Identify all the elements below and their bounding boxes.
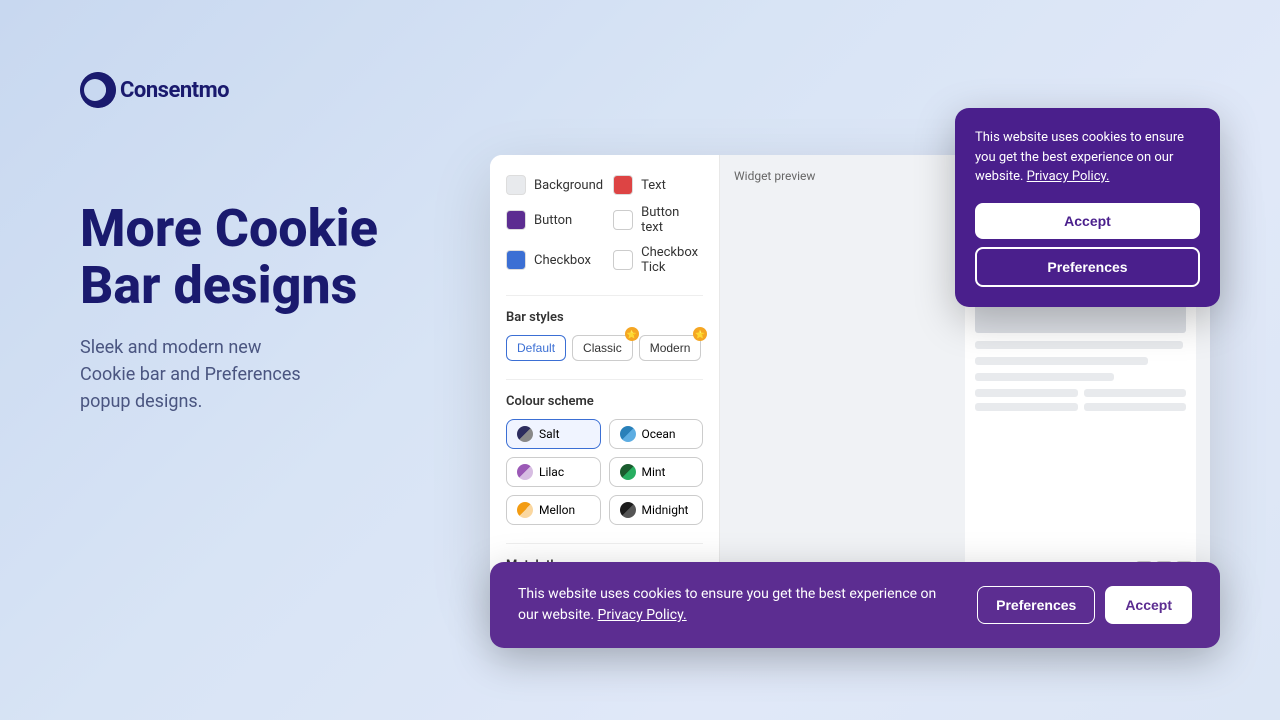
banner-bottom-text: This website uses cookies to ensure you … (518, 584, 947, 626)
swatch-label-background: Background (534, 178, 603, 193)
scheme-ocean[interactable]: Ocean (609, 419, 704, 449)
style-btn-classic[interactable]: Classic (572, 335, 633, 361)
style-btn-modern[interactable]: Modern (639, 335, 702, 361)
swatch-label-button: Button (534, 213, 572, 228)
content-line-3 (975, 373, 1114, 381)
banner-bottom-preferences-button[interactable]: Preferences (977, 586, 1095, 624)
swatch-box-text (613, 175, 633, 195)
colour-scheme-title: Colour scheme (506, 394, 703, 409)
main-heading: More Cookie Bar designs (80, 200, 460, 314)
swatch-button-text[interactable]: Button text (613, 205, 703, 235)
banner-bottom-buttons: Preferences Accept (977, 586, 1192, 624)
scheme-mint[interactable]: Mint (609, 457, 704, 487)
cookie-banner-top: This website uses cookies to ensure you … (955, 108, 1220, 307)
scheme-dot-ocean (620, 426, 636, 442)
swatch-box-checkbox-tick (613, 250, 633, 270)
settings-panel: Background Text Button Button text Check… (490, 155, 720, 595)
logo-text: Consentmo (120, 78, 229, 103)
content-col-line-3 (975, 403, 1078, 411)
bar-styles-title: Bar styles (506, 310, 703, 325)
swatch-background[interactable]: Background (506, 175, 603, 195)
bar-styles: Default Classic ⭐ Modern ⭐ (506, 335, 703, 361)
color-swatches: Background Text Button Button text Check… (506, 175, 703, 275)
banner-top-accept-button[interactable]: Accept (975, 203, 1200, 239)
swatch-box-background (506, 175, 526, 195)
scheme-label-salt: Salt (539, 427, 560, 441)
cookie-banner-bottom: This website uses cookies to ensure you … (490, 562, 1220, 648)
banner-bottom-accept-button[interactable]: Accept (1105, 586, 1192, 624)
logo-icon (80, 72, 116, 108)
swatch-text[interactable]: Text (613, 175, 703, 195)
style-btn-default[interactable]: Default (506, 335, 566, 361)
swatch-label-button-text: Button text (641, 205, 703, 235)
content-col-line-2 (1084, 389, 1187, 397)
swatch-label-text: Text (641, 178, 666, 193)
content-columns (975, 389, 1186, 411)
style-btn-modern-wrapper: Modern ⭐ (639, 335, 702, 361)
hero-content: More Cookie Bar designs Sleek and modern… (80, 200, 460, 415)
colour-scheme-grid: Salt Ocean Lilac Mint Mellon Midnight (506, 419, 703, 525)
banner-top-preferences-button[interactable]: Preferences (975, 247, 1200, 287)
swatch-box-button-text (613, 210, 633, 230)
scheme-label-mint: Mint (642, 465, 666, 479)
scheme-dot-midnight (620, 502, 636, 518)
divider-1 (506, 295, 703, 296)
scheme-dot-lilac (517, 464, 533, 480)
scheme-mellon[interactable]: Mellon (506, 495, 601, 525)
content-line-2 (975, 357, 1148, 365)
banner-top-text: This website uses cookies to ensure you … (975, 128, 1200, 187)
swatch-checkbox-tick[interactable]: Checkbox Tick (613, 245, 703, 275)
logo: Consentmo (80, 72, 229, 108)
content-col-line-4 (1084, 403, 1187, 411)
banner-top-privacy-link[interactable]: Privacy Policy. (1027, 169, 1110, 184)
pro-badge-classic: ⭐ (625, 327, 639, 341)
swatch-checkbox[interactable]: Checkbox (506, 245, 603, 275)
scheme-dot-salt (517, 426, 533, 442)
scheme-label-mellon: Mellon (539, 503, 575, 517)
scheme-salt[interactable]: Salt (506, 419, 601, 449)
scheme-dot-mellon (517, 502, 533, 518)
hero-subtext: Sleek and modern newCookie bar and Prefe… (80, 334, 460, 415)
pro-badge-modern: ⭐ (693, 327, 707, 341)
swatch-label-checkbox: Checkbox (534, 253, 591, 268)
divider-3 (506, 543, 703, 544)
scheme-lilac[interactable]: Lilac (506, 457, 601, 487)
swatch-box-button (506, 210, 526, 230)
content-line-1 (975, 341, 1183, 349)
divider-2 (506, 379, 703, 380)
scheme-dot-mint (620, 464, 636, 480)
content-col-line-1 (975, 389, 1078, 397)
swatch-box-checkbox (506, 250, 526, 270)
swatch-label-checkbox-tick: Checkbox Tick (641, 245, 703, 275)
scheme-midnight[interactable]: Midnight (609, 495, 704, 525)
scheme-label-lilac: Lilac (539, 465, 564, 479)
banner-bottom-privacy-link[interactable]: Privacy Policy. (598, 607, 687, 623)
style-btn-classic-wrapper: Classic ⭐ (572, 335, 633, 361)
swatch-button[interactable]: Button (506, 205, 603, 235)
scheme-label-midnight: Midnight (642, 503, 689, 517)
scheme-label-ocean: Ocean (642, 427, 676, 441)
